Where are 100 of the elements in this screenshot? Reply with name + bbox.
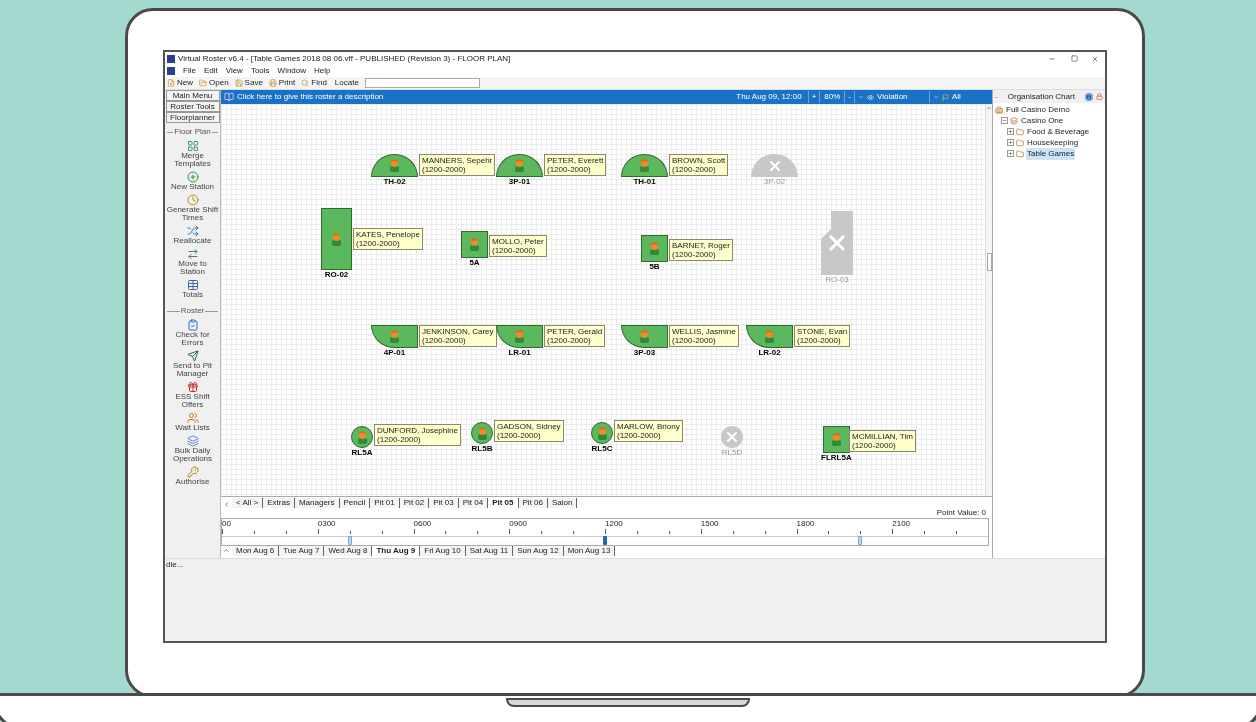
person-icon (639, 159, 650, 172)
empty-station-table[interactable] (751, 154, 798, 177)
sidebar-tool[interactable]: Check for Errors (165, 319, 220, 347)
empty-station-table[interactable] (721, 426, 743, 448)
day-tab[interactable]: Tue Aug 7 (279, 546, 325, 556)
collapse-button[interactable]: - (995, 90, 998, 103)
restore-icon[interactable] (1071, 55, 1078, 62)
scroll-up-icon[interactable] (986, 105, 992, 111)
station-table[interactable] (822, 426, 850, 453)
scroll-thumb[interactable] (986, 253, 992, 271)
clock-icon (186, 194, 199, 206)
sidebar-tab[interactable]: Floorplanner (165, 112, 220, 123)
timeline-marker[interactable] (603, 536, 607, 545)
menu-item[interactable]: File (183, 65, 196, 77)
shift-hours: (1200-2000) (547, 336, 592, 345)
station-table[interactable] (321, 208, 352, 270)
toolbar-button[interactable]: Find (301, 77, 327, 89)
toolbar-button[interactable]: Print (268, 77, 296, 89)
station-table[interactable] (621, 154, 668, 177)
expander-toggle[interactable] (1001, 117, 1008, 124)
menu-item[interactable]: Window (277, 65, 307, 77)
day-tab[interactable]: Wed Aug 8 (324, 546, 373, 556)
station-table[interactable] (746, 325, 793, 348)
zoom-out-button[interactable]: - (845, 91, 855, 103)
empty-station-table[interactable] (821, 211, 853, 275)
toolbar-button[interactable]: Open (199, 77, 229, 89)
sidebar-tool[interactable]: Generate Shift Times (165, 194, 220, 222)
station-label: LR-02 (758, 348, 781, 358)
expander-toggle[interactable] (1007, 128, 1014, 135)
tree-item[interactable]: Full Casino Demo (1005, 103, 1071, 116)
day-tab[interactable]: Sat Aug 11 (465, 546, 514, 556)
sidebar-tool[interactable]: Totals (165, 279, 220, 299)
sidebar-tool[interactable]: Wait Lists (165, 412, 220, 432)
menu-item[interactable]: Tools (250, 65, 270, 77)
sidebar-tool[interactable]: Move to Station (165, 248, 220, 276)
tick-label: 2100 (892, 519, 911, 528)
station-table[interactable] (641, 235, 668, 262)
locate-field[interactable] (364, 78, 480, 88)
day-tab[interactable]: Mon Aug 13 (563, 546, 616, 556)
station-table[interactable] (371, 325, 418, 348)
expander-toggle[interactable] (1007, 139, 1014, 146)
tick-label: 00 (222, 519, 231, 528)
lock-icon[interactable] (1096, 93, 1103, 100)
sidebar-tool[interactable]: Merge Templates (165, 140, 220, 168)
staff-name: KATES, Penelope (356, 230, 420, 239)
day-tab[interactable]: Mon Aug 6 (232, 546, 280, 556)
menu-item[interactable]: Help (314, 65, 331, 77)
sidebar-tool[interactable]: Reallocate (165, 225, 220, 245)
toolbar-button[interactable]: Save (234, 77, 263, 89)
tree-item[interactable]: Casino One (1020, 114, 1065, 127)
station-table[interactable] (496, 154, 543, 177)
save-icon (234, 79, 243, 87)
filter-dropdown[interactable]: Violation (855, 91, 930, 103)
station-table[interactable] (621, 325, 668, 348)
menu-item[interactable]: Edit (203, 65, 218, 77)
zoom-level: 80% (820, 91, 846, 103)
sidebar-tool[interactable]: Send to Pit Manager (165, 350, 220, 378)
sidebar-tool[interactable]: Authorise (165, 466, 220, 486)
timeline-track[interactable]: 00 0300 0600 0900 1200 1500 1800 2100 (221, 518, 989, 546)
scroll-up-icon[interactable] (223, 547, 230, 554)
station-table[interactable] (371, 154, 418, 177)
tree-item[interactable]: Housekeeping (1026, 136, 1080, 149)
shift-hours: (1200-2000) (377, 435, 422, 444)
zoom-in-button[interactable]: + (808, 91, 821, 103)
scope-dropdown[interactable]: All (930, 91, 992, 103)
expander-toggle[interactable] (1007, 150, 1014, 157)
menu-item[interactable]: View (225, 65, 243, 77)
person-icon (514, 159, 525, 172)
station-table[interactable] (351, 426, 373, 448)
station-table[interactable] (496, 325, 543, 348)
sidebar-tool[interactable]: Bulk Daily Operations (165, 435, 220, 463)
station-table[interactable] (591, 422, 613, 444)
day-tab[interactable]: Sun Aug 12 (513, 546, 564, 556)
person-icon (514, 330, 525, 343)
station-table[interactable] (471, 422, 493, 444)
vertical-scrollbar[interactable] (985, 104, 992, 496)
tree-item[interactable]: Table Games (1026, 147, 1076, 160)
plus-circle-icon (186, 171, 199, 183)
arrows-icon (186, 248, 199, 260)
person-icon (356, 430, 368, 444)
sidebar-tool[interactable]: ESS Shift Offers (165, 381, 220, 409)
staff-name: BARNET, Roger (672, 241, 730, 250)
tick-label: 0600 (413, 519, 432, 528)
scroll-left-icon[interactable] (223, 501, 230, 508)
eye-icon (867, 93, 874, 101)
timeline-marker[interactable] (347, 536, 352, 545)
shift-hours: (1200-2000) (422, 336, 467, 345)
close-icon[interactable] (1091, 54, 1099, 63)
toolbar-button[interactable]: New (167, 77, 193, 89)
info-icon[interactable] (1085, 92, 1093, 101)
roster-description-link[interactable]: Click here to give this roster a description (237, 91, 731, 103)
sidebar-tool[interactable]: New Station (165, 171, 220, 191)
timeline-marker[interactable] (858, 536, 863, 545)
tick-label: 0900 (509, 519, 528, 528)
section-heading: Floor Plan (174, 126, 211, 138)
day-tab[interactable]: Fri Aug 10 (420, 546, 466, 556)
shift-hours: (1200-2000) (797, 336, 842, 345)
tree-item[interactable]: Food & Beverage (1026, 125, 1091, 138)
station-table[interactable] (461, 231, 488, 258)
layers-icon (186, 435, 199, 447)
